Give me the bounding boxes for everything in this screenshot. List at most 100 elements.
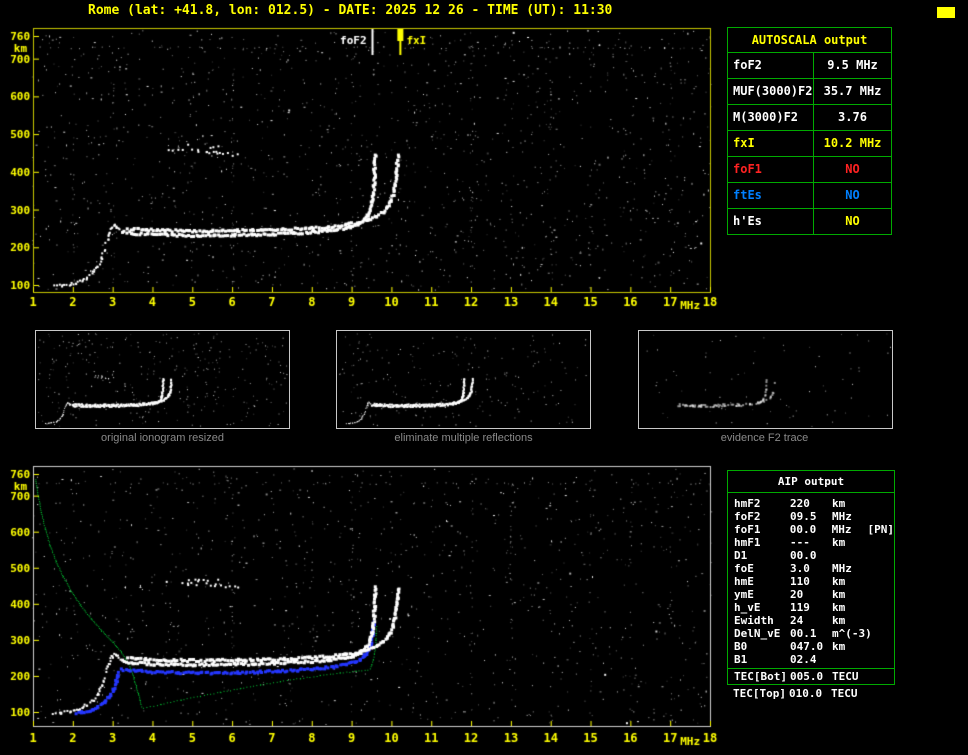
autoscala-output-table: AUTOSCALA output foF2 9.5 MHz MUF(3000)F2 3…	[727, 27, 892, 235]
aip-param-name: B0	[734, 640, 748, 653]
aip-row-fof2: foF2 09.5 MHz	[734, 510, 894, 523]
thumb3-caption: evidence F2 trace	[720, 432, 809, 444]
autoscala-row-muf3000f2: MUF(3000)F2 35.7 MHz	[728, 79, 891, 105]
aip-param-name: hmF1	[734, 536, 761, 549]
top-ionogram-canvas	[0, 20, 722, 316]
aip-row-d1: D1 00.0	[734, 549, 894, 562]
aip-row-hmf1: hmF1 --- km	[734, 536, 894, 549]
aip-row-hme: hmE 110 km	[734, 575, 894, 588]
aip-param-unit: MHz	[832, 562, 852, 575]
autoscala-param-value: 10.2 MHz	[823, 136, 882, 150]
autoscala-param-value: 9.5 MHz	[827, 58, 878, 72]
aip-param-name: B1	[734, 653, 748, 666]
autoscala-param-name: foF1	[728, 157, 814, 182]
aip-param-value: 110	[790, 575, 810, 588]
tec-bot-row: TEC[Bot] 005.0 TECU	[728, 668, 894, 684]
autoscala-param-value: NO	[845, 162, 860, 176]
aip-table-rows: hmF2 220 km foF2 09.5 MHz foF1 00.0 MHz [PN] hmF1 -…	[728, 493, 894, 668]
aip-param-unit: m^(-3)	[832, 627, 872, 640]
autoscala-table-header: AUTOSCALA output	[728, 28, 891, 53]
tec-top-value: 010.0	[789, 687, 823, 700]
autoscala-param-value: 35.7 MHz	[823, 84, 882, 98]
aip-output-panel: AIP output hmF2 220 km foF2 09.5 MHz foF1 00.0 M…	[727, 470, 895, 701]
bottom-ionogram-canvas	[0, 458, 722, 755]
thumb1-caption: original ionogram resized	[101, 432, 224, 444]
autoscala-param-name: ftEs	[728, 183, 814, 208]
corner-marker[interactable]	[937, 7, 955, 18]
aip-param-value: 3.0	[790, 562, 810, 575]
tec-bot-name: TEC[Bot]	[734, 670, 787, 683]
aip-box: AIP output hmF2 220 km foF2 09.5 MHz foF1 00.0 M…	[727, 470, 895, 685]
tec-bot-unit: TECU	[832, 670, 859, 683]
autoscala-param-value: NO	[845, 188, 860, 202]
aip-param-name: hmE	[734, 575, 754, 588]
autoscala-row-fof1: foF1 NO	[728, 157, 891, 183]
aip-param-extra: [PN]	[867, 523, 895, 536]
aip-row-ewidth: Ewidth 24 km	[734, 614, 894, 627]
aip-param-value: 00.0	[790, 549, 817, 562]
autoscala-param-name: MUF(3000)F2	[728, 79, 814, 104]
aip-param-unit	[832, 653, 868, 666]
autoscala-row-ftes: ftEs NO	[728, 183, 891, 209]
aip-param-unit: MHz	[832, 510, 852, 523]
autoscala-param-name: foF2	[728, 53, 814, 78]
aip-param-name: h_vE	[734, 601, 761, 614]
tec-top-row: TEC[Top] 010.0 TECU	[727, 686, 895, 701]
aip-table-header: AIP output	[728, 471, 894, 493]
aip-param-unit: km	[832, 575, 846, 588]
thumbnail-evidence-f2-trace	[638, 330, 893, 429]
thumbnail-eliminate-reflections	[336, 330, 591, 429]
station-title: Rome (lat: +41.8, lon: 012.5) - DATE: 20…	[88, 3, 613, 18]
aip-param-unit: MHz	[831, 523, 852, 536]
autoscala-row-fxi: fxI 10.2 MHz	[728, 131, 891, 157]
aip-row-fof1: foF1 00.0 MHz [PN]	[734, 523, 894, 536]
aip-param-unit: km	[832, 601, 846, 614]
aip-param-name: Ewidth	[734, 614, 774, 627]
aip-param-unit: km	[832, 497, 846, 510]
aip-param-value: ---	[790, 536, 810, 549]
autoscala-param-value: 3.76	[838, 110, 867, 124]
autoscala-row-hes: h'Es NO	[728, 209, 891, 234]
aip-param-unit	[832, 549, 868, 562]
thumbnail-original-ionogram	[35, 330, 290, 429]
aip-param-name: foF1	[734, 523, 761, 536]
aip-param-name: hmF2	[734, 497, 761, 510]
autoscala-param-name: h'Es	[728, 209, 814, 234]
aip-param-value: 02.4	[790, 653, 817, 666]
aip-param-name: D1	[734, 549, 748, 562]
aip-param-name: ymE	[734, 588, 754, 601]
aip-param-value: 00.1	[790, 627, 817, 640]
aip-param-value: 00.0	[789, 523, 817, 536]
aip-row-yme: ymE 20 km	[734, 588, 894, 601]
autoscala-param-name: fxI	[728, 131, 814, 156]
aip-param-unit: km	[832, 640, 846, 653]
aip-param-name: DelN_vE	[734, 627, 781, 640]
aip-param-value: 24	[790, 614, 804, 627]
aip-param-value: 119	[790, 601, 810, 614]
autoscala-param-value: NO	[845, 214, 860, 228]
tec-top-name: TEC[Top]	[733, 687, 786, 700]
aip-param-value: 047.0	[790, 640, 824, 653]
aip-param-value: 09.5	[790, 510, 817, 523]
autoscala-row-fof2: foF2 9.5 MHz	[728, 53, 891, 79]
thumb2-caption: eliminate multiple reflections	[394, 432, 533, 444]
tec-bot-value: 005.0	[790, 670, 824, 683]
aip-row-foe: foE 3.0 MHz	[734, 562, 894, 575]
aip-param-name: foE	[734, 562, 754, 575]
aip-param-unit: km	[832, 588, 846, 601]
autoscala-param-name: M(3000)F2	[728, 105, 814, 130]
aip-row-delnve: DelN_vE 00.1 m^(-3)	[734, 627, 894, 640]
autoscala-table-rows: foF2 9.5 MHz MUF(3000)F2 35.7 MHz M(3000)F2 3…	[728, 53, 891, 234]
aip-param-value: 220	[790, 497, 810, 510]
aip-param-unit: km	[832, 614, 846, 627]
tec-top-unit: TECU	[831, 687, 858, 700]
aip-param-value: 20	[790, 588, 804, 601]
aip-row-hve: h_vE 119 km	[734, 601, 894, 614]
aip-row-b1: B1 02.4	[734, 653, 894, 666]
autoscala-row-m3000f2: M(3000)F2 3.76	[728, 105, 891, 131]
aip-row-hmf2: hmF2 220 km	[734, 497, 894, 510]
aip-row-b0: B0 047.0 km	[734, 640, 894, 653]
aip-param-name: foF2	[734, 510, 761, 523]
aip-param-unit: km	[832, 536, 846, 549]
autoscala-app-window: Rome (lat: +41.8, lon: 012.5) - DATE: 20…	[0, 0, 968, 755]
